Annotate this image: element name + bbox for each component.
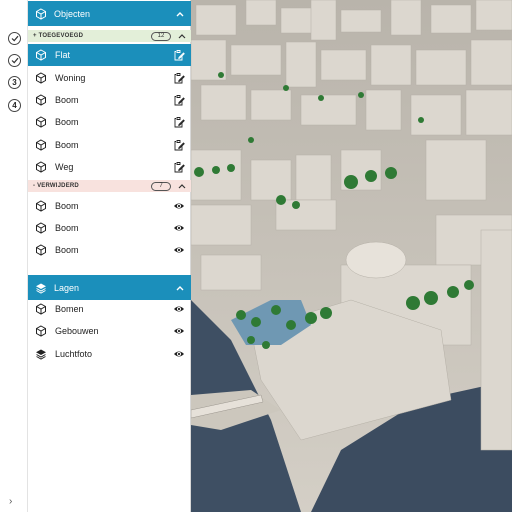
added-item-boom[interactable]: Boom [28,111,191,133]
cube-icon [36,94,46,106]
step-4[interactable]: 4 [8,99,21,112]
removed-item-boom[interactable]: Boom [28,217,191,239]
clipboard-edit-icon[interactable] [173,161,185,173]
cube-icon [36,200,46,212]
layer-label: Gebouwen [55,326,99,336]
eye-icon[interactable] [173,348,185,360]
added-item-flat[interactable]: Flat [28,44,191,66]
layer-item-gebouwen[interactable]: Gebouwen [28,320,191,342]
added-section-header[interactable]: + TOEGEVOEGD 12 [28,30,191,42]
added-item-boom[interactable]: Boom [28,134,191,156]
added-item-boom[interactable]: Boom [28,89,191,111]
chevron-up-icon[interactable] [177,181,187,191]
cube-icon [36,116,46,128]
eye-icon[interactable] [173,303,185,315]
eye-icon[interactable] [173,325,185,337]
removed-item-boom[interactable]: Boom [28,195,191,217]
eye-icon[interactable] [173,244,185,256]
clipboard-edit-icon[interactable] [173,94,185,106]
removed-section-header[interactable]: - VERWIJDERD 7 [28,180,191,192]
layer-label: Luchtfoto [55,349,93,359]
chevron-up-icon[interactable] [174,282,186,294]
layer-label: Bomen [55,304,84,314]
added-section-title: + TOEGEVOEGD [33,33,84,39]
cube-icon [36,244,46,256]
objects-header[interactable]: Objecten [28,1,191,26]
clipboard-edit-icon[interactable] [173,139,185,151]
city-3d-view [191,0,512,512]
step-3-current[interactable]: 3 [8,76,21,89]
layer-item-bomen[interactable]: Bomen [28,298,191,320]
cube-icon [36,222,46,234]
layer-item-luchtfoto[interactable]: Luchtfoto [28,343,191,365]
check-icon [11,35,18,42]
chevron-right-icon[interactable]: › [9,497,19,507]
list-item-label: Flat [55,50,71,60]
step-2-done[interactable] [8,54,21,67]
layers-title: Lagen [54,282,80,293]
removed-section-title: - VERWIJDERD [33,183,79,189]
layers-icon [36,283,46,294]
list-item-label: Boom [55,201,79,211]
list-item-label: Boom [55,140,79,150]
eye-icon[interactable] [173,222,185,234]
side-panel: Objecten + TOEGEVOEGD 12 Flat Woning Boo… [28,0,191,512]
cube-icon [36,303,46,315]
removed-count-badge: 7 [151,181,171,191]
clipboard-edit-icon[interactable] [173,49,185,61]
layers-header[interactable]: Lagen [28,275,191,300]
list-item-label: Boom [55,245,79,255]
eye-icon[interactable] [173,200,185,212]
added-item-woning[interactable]: Woning [28,67,191,89]
removed-item-boom[interactable]: Boom [28,239,191,261]
clipboard-edit-icon[interactable] [173,116,185,128]
cube-icon [36,139,46,151]
cube-icon [36,7,46,20]
list-item-label: Woning [55,73,86,83]
objects-title: Objecten [54,8,91,19]
map-viewport[interactable] [191,0,512,512]
added-count-badge: 12 [151,31,171,41]
cube-icon [36,325,46,337]
layers-icon [36,349,46,360]
cube-icon [36,49,46,61]
added-item-weg[interactable]: Weg [28,156,191,178]
cube-icon [36,72,46,84]
list-item-label: Boom [55,223,79,233]
step-1-done[interactable] [8,32,21,45]
clipboard-edit-icon[interactable] [173,72,185,84]
list-item-label: Boom [55,95,79,105]
chevron-up-icon[interactable] [174,8,186,20]
check-icon [11,57,18,64]
list-item-label: Boom [55,117,79,127]
chevron-up-icon[interactable] [177,31,187,41]
cube-icon [36,161,46,173]
step-rail: 3 4 › [0,0,28,512]
list-item-label: Weg [55,162,74,172]
